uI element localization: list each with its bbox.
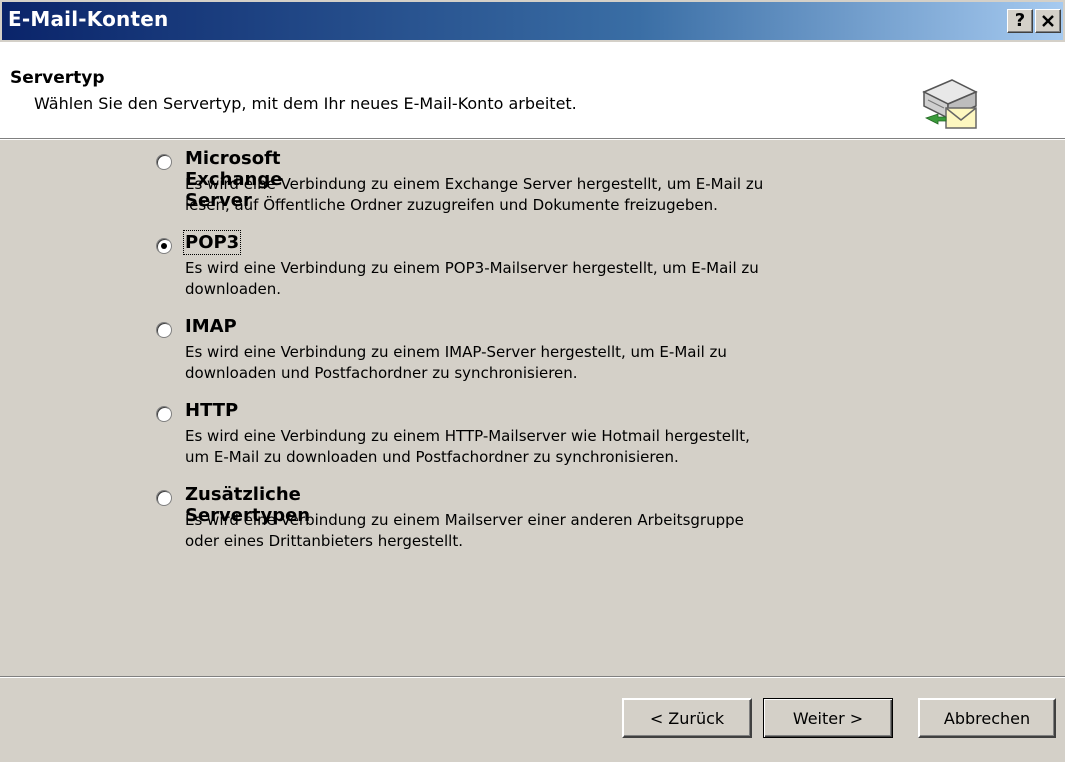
- option-exchange-description: Es wird eine Verbindung zu einem Exchang…: [185, 174, 905, 216]
- option-exchange-description-line1: Es wird eine Verbindung zu einem Exchang…: [185, 175, 764, 193]
- radio-pop3[interactable]: [156, 238, 172, 254]
- title-bar: E-Mail-Konten ?: [0, 0, 1065, 42]
- option-additional-server-types-description-line1: Es wird eine Verbindung zu einem Mailser…: [185, 511, 744, 529]
- close-icon: [1042, 15, 1054, 27]
- cancel-button[interactable]: Abbrechen: [918, 698, 1056, 738]
- page-subtitle: Wählen Sie den Servertyp, mit dem Ihr ne…: [34, 94, 577, 113]
- option-additional-server-types-description: Es wird eine Verbindung zu einem Mailser…: [185, 510, 905, 552]
- option-http-description-line2: um E-Mail zu downloaden und Postfachordn…: [185, 448, 679, 466]
- help-button[interactable]: ?: [1007, 9, 1033, 33]
- option-imap-description: Es wird eine Verbindung zu einem IMAP-Se…: [185, 342, 905, 384]
- next-button-label: Weiter >: [792, 708, 864, 728]
- option-exchange-description-line2: lesen, auf Öffentliche Ordner zuzugreife…: [185, 196, 718, 214]
- next-button[interactable]: Weiter >: [763, 698, 893, 738]
- option-additional-server-types-description-line2: oder eines Drittanbieters hergestellt.: [185, 532, 463, 550]
- radio-http[interactable]: [156, 406, 172, 422]
- footer-divider: [0, 676, 1065, 678]
- page-title: Servertyp: [10, 68, 105, 88]
- wizard-header: Servertyp Wählen Sie den Servertyp, mit …: [0, 42, 1065, 138]
- option-http-description: Es wird eine Verbindung zu einem HTTP-Ma…: [185, 426, 905, 468]
- title-bar-gradient: E-Mail-Konten ?: [2, 2, 1063, 40]
- radio-imap[interactable]: [156, 322, 172, 338]
- mail-server-icon: [922, 79, 978, 129]
- cancel-button-label: Abbrechen: [943, 708, 1031, 728]
- option-http-label[interactable]: HTTP: [185, 400, 238, 421]
- window-title: E-Mail-Konten: [8, 7, 169, 31]
- option-imap-description-line2: downloaden und Postfachordner zu synchro…: [185, 364, 578, 382]
- radio-exchange[interactable]: [156, 154, 172, 170]
- email-accounts-dialog: E-Mail-Konten ? Servertyp Wählen Sie den…: [0, 0, 1065, 762]
- option-pop3-description-line2: downloaden.: [185, 280, 282, 298]
- back-button[interactable]: < Zurück: [622, 698, 752, 738]
- option-imap-label[interactable]: IMAP: [185, 316, 237, 337]
- back-button-label: < Zurück: [649, 708, 725, 728]
- option-http-description-line1: Es wird eine Verbindung zu einem HTTP-Ma…: [185, 427, 750, 445]
- radio-additional-server-types[interactable]: [156, 490, 172, 506]
- header-divider: [0, 138, 1065, 140]
- option-pop3-description-line1: Es wird eine Verbindung zu einem POP3-Ma…: [185, 259, 759, 277]
- option-pop3-label[interactable]: POP3: [182, 230, 242, 255]
- option-pop3-description: Es wird eine Verbindung zu einem POP3-Ma…: [185, 258, 905, 300]
- option-imap-description-line1: Es wird eine Verbindung zu einem IMAP-Se…: [185, 343, 727, 361]
- close-button[interactable]: [1035, 9, 1061, 33]
